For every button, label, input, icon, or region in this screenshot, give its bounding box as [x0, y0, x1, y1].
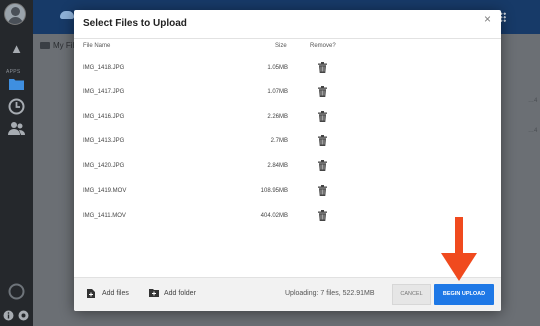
column-header-remove: Remove? [310, 43, 336, 49]
header-divider [74, 38, 501, 39]
trash-icon[interactable] [318, 135, 327, 146]
trash-icon[interactable] [318, 210, 327, 221]
trash-icon[interactable] [318, 185, 327, 196]
close-icon[interactable]: × [484, 13, 491, 25]
file-name: IMG_1419.MOV [83, 188, 127, 194]
file-size: 2.7MB [270, 138, 288, 144]
row-meta: …4 [528, 128, 538, 134]
files-app-icon[interactable] [8, 77, 25, 95]
add-file-icon [87, 289, 95, 298]
row-meta: …4 [528, 98, 538, 104]
add-files-button[interactable]: Add files [87, 289, 129, 298]
info-icon[interactable] [2, 309, 14, 325]
file-name: IMG_1411.MOV [83, 213, 126, 219]
power-icon[interactable] [8, 283, 25, 304]
breadcrumb-label: My Fil [53, 41, 75, 50]
file-row: IMG_1416.JPG 2.26MB [74, 106, 501, 130]
dialog-title: Select Files to Upload [83, 18, 187, 29]
file-size: 404.02MB [260, 213, 288, 219]
file-size: 1.07MB [267, 89, 288, 95]
file-row: IMG_1417.JPG 1.07MB [74, 81, 501, 105]
file-name: IMG_1418.JPG [83, 65, 125, 71]
upload-status: Uploading: 7 files, 522.91MB [285, 290, 375, 297]
history-icon[interactable] [8, 98, 25, 119]
trash-icon[interactable] [318, 160, 327, 171]
apps-label: APPS [6, 69, 21, 75]
file-name: IMG_1420.JPG [83, 163, 125, 169]
file-size: 2.26MB [267, 114, 288, 120]
cancel-button[interactable]: CANCEL [392, 284, 431, 305]
file-name: IMG_1413.JPG [83, 138, 125, 144]
notifications-icon[interactable]: ▲ [8, 41, 25, 57]
column-header-file-name: File Name [83, 43, 111, 49]
app-logo-icon [60, 11, 74, 19]
sidebar: ▲ APPS [0, 0, 33, 326]
add-folder-button[interactable]: Add folder [149, 289, 196, 297]
breadcrumb: My Fil [40, 41, 74, 50]
trash-icon[interactable] [318, 62, 327, 73]
begin-upload-button[interactable]: BEGIN UPLOAD [434, 284, 494, 305]
add-files-label: Add files [102, 290, 129, 297]
help-icon[interactable] [17, 309, 29, 325]
people-icon[interactable] [8, 121, 25, 140]
file-row: IMG_1418.JPG 1.05MB [74, 57, 501, 81]
file-row: IMG_1419.MOV 108.95MB [74, 180, 501, 204]
trash-icon[interactable] [318, 86, 327, 97]
file-size: 108.95MB [260, 188, 288, 194]
dialog-header: Select Files to Upload × [74, 10, 501, 36]
folder-icon [40, 42, 50, 49]
avatar[interactable] [4, 3, 26, 25]
annotation-arrow-icon [441, 217, 477, 281]
file-row: IMG_1413.JPG 2.7MB [74, 130, 501, 154]
add-folder-icon [149, 289, 159, 297]
file-name: IMG_1416.JPG [83, 114, 125, 120]
file-size: 1.05MB [267, 65, 288, 71]
file-size: 2.84MB [267, 163, 288, 169]
file-row: IMG_1420.JPG 2.84MB [74, 155, 501, 179]
column-header-size: Size [275, 43, 287, 49]
trash-icon[interactable] [318, 111, 327, 122]
add-folder-label: Add folder [164, 290, 196, 297]
file-name: IMG_1417.JPG [83, 89, 125, 95]
